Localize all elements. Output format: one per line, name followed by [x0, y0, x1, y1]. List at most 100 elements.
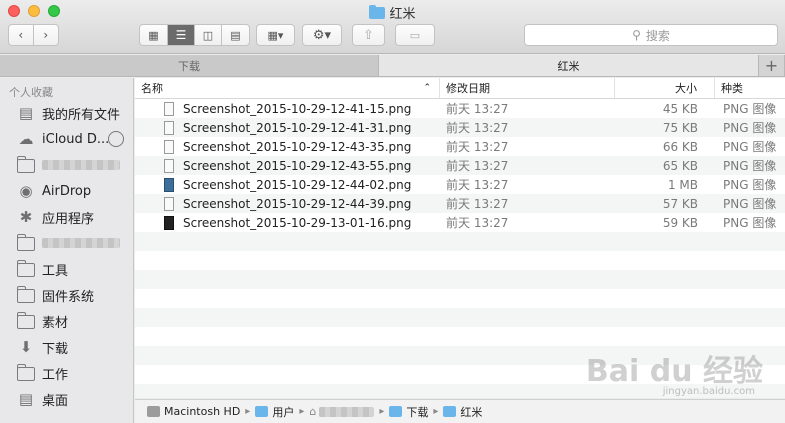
sidebar-item-firmware[interactable]: 固件系统	[0, 282, 133, 308]
search-input[interactable]: ⚲ 搜索	[524, 24, 778, 46]
icloud-progress-icon	[108, 131, 124, 147]
table-row[interactable]: Screenshot_2015-10-29-12-44-02.png 前天 13…	[135, 175, 785, 194]
table-row[interactable]: Screenshot_2015-10-29-12-41-15.png 前天 13…	[135, 99, 785, 118]
watermark: Bai du 经验	[585, 354, 763, 389]
file-size: 75 KB	[662, 120, 698, 135]
file-name: Screenshot_2015-10-29-12-44-39.png	[183, 196, 412, 211]
empty-row	[135, 289, 785, 308]
file-kind: PNG 图像	[723, 197, 777, 211]
sidebar-item-redacted[interactable]	[0, 152, 133, 178]
watermark-url: jingyan.baidu.com	[662, 386, 755, 397]
tag-icon: ▭	[409, 28, 421, 42]
forward-button[interactable]: ›	[34, 25, 58, 45]
columns-icon: ◫	[202, 28, 214, 42]
back-button[interactable]: ‹	[9, 25, 34, 45]
sidebar: 个人收藏 ▤ 我的所有文件 ☁ iCloud D... ◉ AirDrop ✱ …	[0, 78, 134, 423]
sidebar-item-label: 下载	[42, 341, 69, 357]
chevron-left-icon: ‹	[18, 28, 24, 42]
path-item-users[interactable]: 用户	[272, 404, 294, 420]
sidebar-item-airdrop[interactable]: ◉ AirDrop	[0, 178, 133, 204]
window-title-text: 红米	[389, 7, 416, 22]
sidebar-item-redacted[interactable]	[0, 230, 133, 256]
folder-icon	[369, 5, 386, 19]
coverflow-view-button[interactable]: ▤	[222, 25, 249, 45]
path-separator-icon: ▸	[245, 406, 251, 417]
file-kind: PNG 图像	[723, 102, 777, 116]
empty-row	[135, 327, 785, 346]
table-row[interactable]: Screenshot_2015-10-29-12-44-39.png 前天 13…	[135, 194, 785, 213]
column-date-label: 修改日期	[446, 82, 490, 95]
arrange-grid-icon: ▦▾	[267, 28, 284, 42]
folder-icon	[16, 156, 35, 173]
sidebar-item-tools[interactable]: 工具	[0, 256, 133, 282]
sidebar-item-label: 我的所有文件	[42, 107, 121, 123]
file-date: 前天 13:27	[446, 121, 509, 135]
file-date: 前天 13:27	[446, 197, 509, 211]
home-icon: ⌂	[309, 405, 317, 418]
file-list: 名称 ⌃ 修改日期 大小 种类 Screenshot_2015-10-29-12…	[135, 78, 785, 398]
sidebar-item-label: iCloud D...	[42, 131, 110, 147]
empty-row	[135, 270, 785, 289]
column-view-button[interactable]: ◫	[195, 25, 222, 45]
sidebar-item-icloud[interactable]: ☁ iCloud D...	[0, 126, 133, 152]
file-date: 前天 13:27	[446, 178, 509, 192]
sidebar-item-label: 固件系统	[42, 289, 95, 305]
column-size-label: 大小	[675, 82, 697, 95]
list-view-button[interactable]: ☰	[168, 25, 195, 45]
file-kind: PNG 图像	[723, 159, 777, 173]
empty-row	[135, 308, 785, 327]
arrange-button[interactable]: ▦▾	[256, 24, 295, 46]
file-size: 65 KB	[662, 158, 698, 173]
tab-bar: 下载 红米 +	[0, 55, 785, 77]
sidebar-item-work[interactable]: 工作	[0, 360, 133, 386]
folder-icon	[16, 234, 35, 251]
table-row[interactable]: Screenshot_2015-10-29-12-43-35.png 前天 13…	[135, 137, 785, 156]
path-item-downloads[interactable]: 下载	[406, 404, 428, 420]
sidebar-item-all-files[interactable]: ▤ 我的所有文件	[0, 100, 133, 126]
file-name: Screenshot_2015-10-29-13-01-16.png	[183, 215, 412, 230]
file-name: Screenshot_2015-10-29-12-44-02.png	[183, 177, 412, 192]
file-date: 前天 13:27	[446, 102, 509, 116]
sidebar-item-materials[interactable]: 素材	[0, 308, 133, 334]
path-item-redacted[interactable]	[319, 406, 375, 417]
column-size-header[interactable]: 大小	[615, 78, 715, 98]
tab-hongmi[interactable]: 红米	[379, 55, 759, 76]
column-name-label: 名称	[141, 82, 163, 95]
tab-downloads[interactable]: 下载	[0, 55, 379, 76]
action-button[interactable]: ⚙▾	[302, 24, 342, 46]
column-header: 名称 ⌃ 修改日期 大小 种类	[135, 78, 785, 99]
file-size: 59 KB	[662, 215, 698, 230]
sidebar-item-applications[interactable]: ✱ 应用程序	[0, 204, 133, 230]
table-row[interactable]: Screenshot_2015-10-29-13-01-16.png 前天 13…	[135, 213, 785, 232]
image-file-icon	[164, 101, 174, 116]
sidebar-item-label: 桌面	[42, 393, 69, 409]
sidebar-item-desktop[interactable]: ▤ 桌面	[0, 386, 133, 412]
path-separator-icon: ▸	[299, 406, 305, 417]
tab-label: 下载	[178, 59, 200, 73]
tab-label: 红米	[557, 59, 580, 73]
image-file-icon	[164, 120, 174, 135]
column-kind-header[interactable]: 种类	[715, 78, 785, 98]
path-item-macintosh-hd[interactable]: Macintosh HD	[164, 405, 240, 418]
file-kind: PNG 图像	[723, 140, 777, 154]
window-title: 红米	[0, 3, 785, 22]
sidebar-item-downloads[interactable]: ⬇ 下载	[0, 334, 133, 360]
column-name-header[interactable]: 名称 ⌃	[135, 78, 440, 98]
share-icon: ⇧	[363, 27, 374, 43]
file-kind: PNG 图像	[723, 121, 777, 135]
path-item-hongmi[interactable]: 红米	[460, 404, 482, 420]
list-icon: ☰	[175, 28, 187, 42]
table-row[interactable]: Screenshot_2015-10-29-12-43-55.png 前天 13…	[135, 156, 785, 175]
empty-row	[135, 251, 785, 270]
file-kind: PNG 图像	[723, 216, 777, 230]
tags-button[interactable]: ▭	[395, 24, 435, 46]
icon-view-button[interactable]: ▦	[140, 25, 168, 45]
sidebar-item-label: 应用程序	[42, 211, 95, 227]
search-icon: ⚲	[632, 28, 641, 42]
column-date-header[interactable]: 修改日期	[440, 78, 615, 98]
share-button[interactable]: ⇧	[352, 24, 385, 46]
sidebar-item-label: AirDrop	[42, 183, 92, 199]
table-row[interactable]: Screenshot_2015-10-29-12-41-31.png 前天 13…	[135, 118, 785, 137]
desktop-icon: ▤	[18, 390, 34, 408]
new-tab-button[interactable]: +	[759, 55, 785, 76]
